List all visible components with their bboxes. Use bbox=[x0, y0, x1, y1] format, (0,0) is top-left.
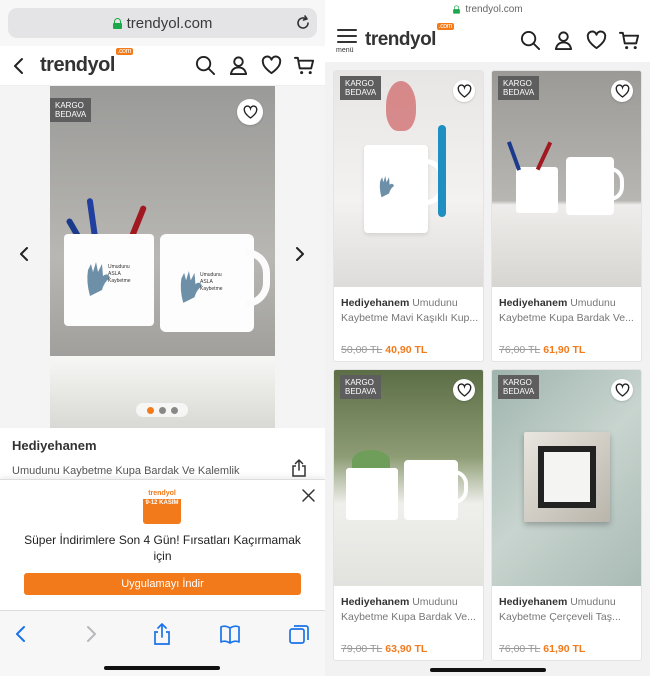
mug-caption: Umudunu ASLA Kaybetme bbox=[200, 272, 223, 292]
card-title-line1: Hediyehanem Umudunu bbox=[341, 297, 458, 309]
menu-icon[interactable]: menü bbox=[335, 26, 359, 54]
heart-icon bbox=[457, 83, 471, 98]
download-app-button[interactable]: Uygulamayı İndir bbox=[24, 573, 301, 595]
free-shipping-badge: KARGO BEDAVA bbox=[50, 98, 92, 122]
card-title-line2: Kaybetme Çerçeveli Taş... bbox=[499, 611, 621, 623]
product-detail-screen: trendyol.com trendyol .com Umudunu ASLA … bbox=[0, 0, 325, 676]
product-info: Hediyehanem Umudunu Kaybetme Kupa Bardak… bbox=[0, 428, 325, 477]
home-indicator[interactable] bbox=[430, 668, 546, 672]
url-field[interactable]: trendyol.com bbox=[8, 8, 317, 38]
card-price: 76,00 TL 61,90 TL bbox=[499, 643, 586, 655]
card-title-line1: Hediyehanem Umudunu bbox=[499, 596, 616, 608]
carousel-dot[interactable] bbox=[146, 406, 154, 414]
heart-icon bbox=[615, 382, 629, 397]
free-shipping-badge: KARGO BEDAVA bbox=[340, 375, 382, 399]
card-title-line2: Kaybetme Kupa Bardak Ve... bbox=[341, 611, 476, 623]
back-icon[interactable] bbox=[10, 623, 32, 645]
trendyol-logo[interactable]: trendyol .com bbox=[365, 23, 454, 51]
home-indicator[interactable] bbox=[104, 666, 220, 670]
promo-message: Süper İndirimlere Son 4 Gün! Fırsatları … bbox=[24, 533, 301, 563]
back-chevron-icon[interactable] bbox=[10, 57, 28, 75]
product-image[interactable]: Umudunu ASLA Kaybetme Umudunu ASLA Kaybetme bbox=[50, 86, 275, 428]
product-name: Umudunu Kaybetme Kupa Bardak Ve Kalemlik bbox=[12, 465, 240, 477]
heart-icon[interactable] bbox=[586, 30, 607, 51]
cart-icon[interactable] bbox=[294, 55, 315, 76]
product-image[interactable] bbox=[492, 71, 641, 287]
reload-icon[interactable] bbox=[295, 15, 311, 31]
user-icon[interactable] bbox=[553, 30, 574, 51]
card-title-line1: Hediyehanem Umudunu bbox=[341, 596, 458, 608]
app-promo-banner: trendyol 9-12 KASIM Süper İndirimlere So… bbox=[0, 479, 325, 610]
card-title-line2: Kaybetme Mavi Kaşıklı Kup... bbox=[341, 312, 479, 324]
favorite-button[interactable] bbox=[611, 80, 633, 102]
favorite-button[interactable] bbox=[453, 80, 475, 102]
product-list-screen: trendyol.com menü trendyol .com KARGO BE… bbox=[325, 0, 650, 676]
share-icon[interactable] bbox=[151, 623, 173, 645]
lock-icon bbox=[112, 17, 122, 29]
lock-icon bbox=[453, 4, 461, 14]
favorite-button[interactable] bbox=[237, 99, 263, 125]
next-arrow-icon[interactable] bbox=[292, 246, 308, 262]
heart-icon bbox=[457, 382, 471, 397]
search-icon[interactable] bbox=[195, 55, 216, 76]
card-price: 79,00 TL 63,90 TL bbox=[341, 643, 428, 655]
browser-toolbar bbox=[0, 610, 325, 676]
favorite-button[interactable] bbox=[453, 379, 475, 401]
card-price: 50,00 TL 40,90 TL bbox=[341, 344, 428, 356]
trendyol-logo[interactable]: trendyol .com bbox=[40, 48, 133, 77]
tabs-icon[interactable] bbox=[288, 623, 310, 645]
mug-caption: Umudunu ASLA Kaybetme bbox=[108, 264, 131, 284]
product-card[interactable]: KARGO BEDAVA Hediyehanem Umudunu Kaybetme… bbox=[491, 369, 642, 661]
app-header: trendyol .com bbox=[0, 46, 325, 86]
prev-arrow-icon[interactable] bbox=[16, 246, 32, 262]
product-image[interactable] bbox=[492, 370, 641, 586]
heart-icon[interactable] bbox=[261, 55, 282, 76]
forward-icon[interactable] bbox=[80, 623, 102, 645]
free-shipping-badge: KARGO BEDAVA bbox=[340, 76, 382, 100]
campaign-logo: trendyol 9-12 KASIM bbox=[143, 488, 181, 524]
heart-icon bbox=[615, 83, 629, 98]
heart-icon bbox=[243, 104, 257, 119]
free-shipping-badge: KARGO BEDAVA bbox=[498, 375, 540, 399]
carousel-dot[interactable] bbox=[170, 406, 178, 414]
card-title-line2: Kaybetme Kupa Bardak Ve... bbox=[499, 312, 634, 324]
carousel-dot[interactable] bbox=[158, 406, 166, 414]
product-gallery[interactable]: Umudunu ASLA Kaybetme Umudunu ASLA Kaybetme … bbox=[0, 86, 325, 428]
favorite-button[interactable] bbox=[611, 379, 633, 401]
close-icon[interactable] bbox=[302, 489, 315, 502]
product-card[interactable]: KARGO BEDAVA Hediyehanem Umudunu Kaybetme… bbox=[491, 70, 642, 362]
search-icon[interactable] bbox=[520, 30, 541, 51]
cart-icon[interactable] bbox=[619, 30, 640, 51]
browser-url-compact[interactable]: trendyol.com bbox=[325, 0, 650, 18]
product-brand[interactable]: Hediyehanem bbox=[12, 438, 313, 453]
product-card[interactable]: KARGO BEDAVA Hediyehanem Umudunu Kaybetme… bbox=[333, 70, 484, 362]
share-icon[interactable] bbox=[291, 459, 307, 477]
app-header: menü trendyol .com bbox=[325, 18, 650, 62]
card-price: 76,00 TL 61,90 TL bbox=[499, 344, 586, 356]
product-image[interactable] bbox=[334, 71, 483, 287]
card-title-line1: Hediyehanem Umudunu bbox=[499, 297, 616, 309]
browser-address-bar: trendyol.com bbox=[0, 0, 325, 46]
url-text: trendyol.com bbox=[126, 14, 213, 32]
product-image[interactable] bbox=[334, 370, 483, 586]
carousel-indicator[interactable] bbox=[136, 403, 188, 417]
product-card[interactable]: KARGO BEDAVA Hediyehanem Umudunu Kaybetme… bbox=[333, 369, 484, 661]
bookmarks-icon[interactable] bbox=[219, 623, 241, 645]
user-icon[interactable] bbox=[228, 55, 249, 76]
free-shipping-badge: KARGO BEDAVA bbox=[498, 76, 540, 100]
